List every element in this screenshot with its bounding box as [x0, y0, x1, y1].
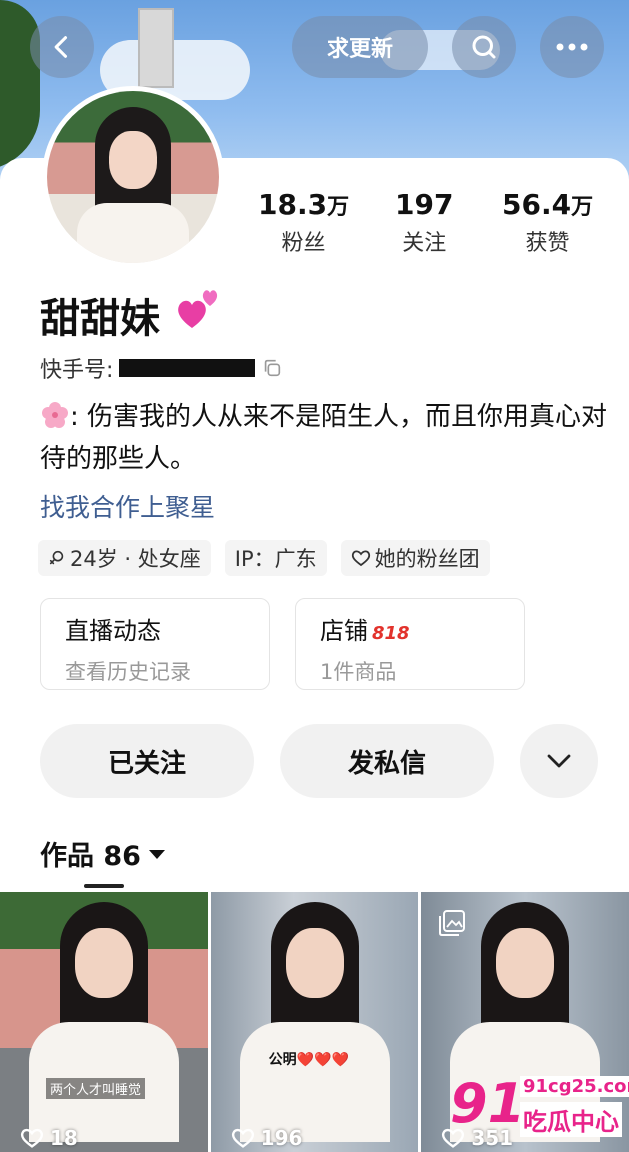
- stat-label: 获赞: [525, 231, 570, 256]
- watermark-logo: 91: [450, 1072, 526, 1135]
- tab-underline: [84, 884, 124, 888]
- shop-card[interactable]: 店铺 818 1件商品: [295, 598, 525, 690]
- watermark-text: 吃瓜中心: [520, 1102, 622, 1137]
- shop-title: 店铺 818: [320, 617, 410, 645]
- female-icon: [49, 550, 64, 565]
- shop-818-badge: 818: [372, 623, 410, 644]
- collab-link[interactable]: 找我合作上聚星: [40, 488, 215, 524]
- work-caption: 两个人才叫睡觉: [46, 1078, 146, 1099]
- work-thumbnail[interactable]: 两个人才叫睡觉 18: [0, 892, 208, 1152]
- gallery-icon: [439, 910, 466, 936]
- work-likes: 18: [20, 1126, 78, 1150]
- kuaishou-id-label: 快手号:: [40, 358, 114, 383]
- tag-age-sign: 24岁 · 处女座: [38, 540, 211, 576]
- kuaishou-id-row: 快手号:: [40, 352, 283, 384]
- search-button[interactable]: [452, 16, 516, 78]
- copy-icon[interactable]: [261, 357, 283, 379]
- chevron-down-icon: [547, 754, 571, 768]
- cherry-blossom-icon: [42, 402, 68, 428]
- work-caption: 公明❤️❤️❤️: [268, 1052, 349, 1068]
- stat-label: 关注: [402, 231, 447, 256]
- hearts-emoji-icon: [178, 290, 218, 328]
- stat-label: 粉丝: [281, 231, 326, 256]
- watermark-url: 91cg25.com: [520, 1076, 629, 1097]
- search-icon: [472, 35, 496, 59]
- heart-outline-icon: [20, 1128, 44, 1148]
- more-icon: [556, 43, 588, 51]
- stat-following[interactable]: 197 关注: [395, 188, 453, 257]
- tag-fan-group[interactable]: 她的粉丝团: [340, 540, 490, 576]
- expand-button[interactable]: [520, 724, 598, 798]
- stat-fans[interactable]: 18.3万 粉丝: [258, 188, 349, 257]
- work-thumbnail[interactable]: 公明❤️❤️❤️ 196: [210, 892, 419, 1152]
- caret-down-icon: [148, 849, 165, 859]
- stat-likes[interactable]: 56.4万 获赞: [502, 188, 593, 257]
- heart-outline-icon: [351, 550, 370, 567]
- heart-outline-icon: [231, 1128, 254, 1148]
- live-history-card[interactable]: 直播动态 查看历史记录: [40, 598, 270, 690]
- more-button[interactable]: [540, 16, 604, 78]
- request-update-button[interactable]: 求更新: [292, 16, 428, 78]
- work-likes: 196: [231, 1126, 302, 1150]
- message-button[interactable]: 发私信: [280, 724, 494, 798]
- profile-bio: : 伤害我的人从来不是陌生人，而且你用真心对待的那些人。: [40, 402, 608, 474]
- cover-pole: [138, 8, 174, 88]
- cover-tree: [0, 0, 40, 170]
- live-history-title: 直播动态: [65, 617, 161, 645]
- kuaishou-id-redacted: [119, 359, 256, 377]
- shop-sub: 1件商品: [320, 660, 397, 684]
- stat-value: 18.3万: [258, 188, 350, 221]
- stat-value: 197: [395, 188, 454, 221]
- chevron-left-icon: [54, 36, 68, 58]
- watermark: 91 91cg25.com 吃瓜中心: [450, 1072, 629, 1152]
- live-history-sub: 查看历史记录: [65, 660, 191, 684]
- profile-name: 甜甜妹: [40, 296, 160, 342]
- tag-ip: IP：广东: [224, 540, 327, 576]
- followed-button[interactable]: 已关注: [40, 724, 254, 798]
- tab-works[interactable]: 作品 86: [40, 834, 167, 873]
- stat-value: 56.4万: [502, 188, 594, 221]
- avatar[interactable]: [42, 86, 224, 268]
- back-button[interactable]: [30, 16, 94, 78]
- profile-tags: 24岁 · 处女座 IP：广东 她的粉丝团: [38, 540, 490, 576]
